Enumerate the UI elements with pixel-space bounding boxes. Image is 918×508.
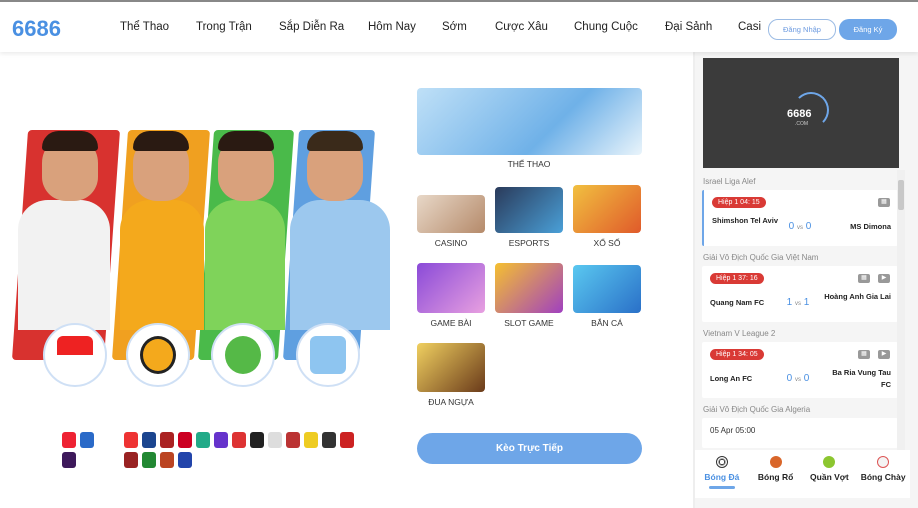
video-logo: 6686 — [787, 108, 812, 120]
active-tab-indicator — [708, 486, 735, 489]
nav-item[interactable]: Chung Cuộc — [574, 21, 638, 33]
league-name: Giải Vô Địch Quốc Gia Algeria — [703, 405, 811, 414]
tile-fishing[interactable] — [573, 265, 641, 313]
match-card[interactable]: Hiệp 1 04: 15 ▦ Shimshon Tel Aviv 0 vs 0… — [702, 190, 898, 246]
league-logo — [62, 452, 76, 468]
sport-tabs: Bóng Đá Bóng Rổ Quần Vợt Bóng Chày — [695, 450, 910, 498]
match-card[interactable]: Hiệp 1 37: 16 ▦ ▶ Quang Nam FC 1 vs 1 Ho… — [702, 266, 898, 322]
video-logo-sub: .COM — [795, 121, 809, 127]
tile-label: SLOT GAME — [504, 318, 554, 328]
tile-sports[interactable] — [417, 88, 642, 155]
tile-label: ESPORTS — [508, 238, 550, 248]
league-logo — [62, 432, 76, 448]
live-panel: 6686 .COM Israel Liga Alef Hiệp 1 04: 15… — [695, 52, 918, 508]
player-shirt — [290, 200, 390, 330]
match-card[interactable]: 05 Apr 05:00 — [702, 418, 898, 448]
header: 6686 Thể Thao Trong Trận Sắp Diễn Ra Hôm… — [0, 0, 918, 52]
tab-basketball[interactable]: Bóng Rổ — [749, 450, 803, 498]
club-badge-lazio — [296, 323, 360, 387]
away-team: Hoàng Anh Gia Lai — [824, 292, 891, 301]
live-odds-button[interactable]: Kèo Trực Tiếp — [417, 433, 642, 464]
match-status-badge: Hiệp 1 34: 05 — [710, 349, 764, 360]
main-nav: Thể Thao Trong Trận Sắp Diễn Ra Hôm Nay … — [0, 21, 768, 37]
tile-lottery[interactable] — [573, 185, 641, 233]
tab-tennis[interactable]: Quần Vợt — [803, 450, 857, 498]
nav-item[interactable]: Sớm — [442, 21, 467, 33]
login-button[interactable]: Đăng Nhập — [768, 19, 836, 40]
match-schedule: 05 Apr 05:00 — [710, 426, 756, 435]
home-team: Shimshon Tel Aviv — [712, 216, 778, 225]
baseball-icon — [877, 456, 890, 468]
basketball-icon — [769, 456, 782, 468]
score: 0 vs 0 — [788, 221, 812, 232]
soccer-ball-icon — [715, 456, 728, 468]
tile-label: XỔ SỐ — [593, 238, 621, 248]
player-shirt — [18, 200, 110, 330]
play-video-icon[interactable]: ▶ — [878, 350, 890, 359]
league-logos — [62, 432, 98, 468]
scrollbar[interactable] — [897, 170, 905, 450]
tile-horse-racing[interactable] — [417, 343, 485, 392]
nav-item[interactable]: Sắp Diễn Ra — [279, 21, 344, 33]
match-list: Israel Liga Alef Hiệp 1 04: 15 ▦ Shimsho… — [695, 170, 905, 452]
register-button[interactable]: Đăng Ký — [839, 19, 897, 40]
club-badge-monaco — [43, 323, 107, 387]
home-team: Quang Nam FC — [710, 298, 765, 307]
match-status-badge: Hiệp 1 04: 15 — [712, 197, 766, 208]
player-hair — [218, 131, 274, 151]
scoreboard-icon[interactable]: ▦ — [858, 274, 870, 283]
match-card[interactable]: Hiệp 1 34: 05 ▦ ▶ Long An FC 0 vs 0 Ba R… — [702, 342, 898, 398]
tile-label: GAME BÀI — [430, 318, 472, 328]
nav-item[interactable]: Thể Thao — [120, 21, 169, 33]
nav-item[interactable]: Casi — [738, 21, 761, 33]
player-shirt — [205, 200, 285, 330]
tile-esports[interactable] — [495, 187, 563, 233]
league-name: Vietnam V League 2 — [703, 329, 776, 338]
score: 1 vs 1 — [786, 297, 810, 308]
player-shirt — [120, 200, 204, 330]
video-player[interactable]: 6686 .COM — [703, 58, 899, 168]
league-name: Israel Liga Alef — [703, 177, 756, 186]
home-team: Long An FC — [710, 374, 753, 383]
tab-football[interactable]: Bóng Đá — [695, 450, 749, 498]
scrollbar-thumb[interactable] — [898, 180, 904, 210]
tile-card-games[interactable] — [417, 263, 485, 313]
nav-item[interactable]: Hôm Nay — [368, 21, 416, 33]
tile-label: BẮN CÁ — [591, 318, 623, 328]
play-video-icon[interactable]: ▶ — [878, 274, 890, 283]
scoreboard-icon[interactable]: ▦ — [878, 198, 890, 207]
club-badge-wolves — [126, 323, 190, 387]
score: 0 vs 0 — [786, 373, 810, 384]
scoreboard-icon[interactable]: ▦ — [858, 350, 870, 359]
player-hair — [307, 131, 363, 151]
tab-baseball[interactable]: Bóng Chày — [856, 450, 910, 498]
nav-item[interactable]: Cược Xâu — [495, 21, 548, 33]
player-hair — [42, 131, 98, 151]
tile-label: THỂ THAO — [507, 159, 551, 169]
tile-label: ĐUA NGỰA — [428, 397, 474, 407]
player-hair — [133, 131, 189, 151]
tile-casino[interactable] — [417, 195, 485, 233]
tennis-ball-icon — [823, 456, 836, 468]
tile-slot-game[interactable] — [495, 263, 563, 313]
away-team: MS Dimona — [850, 222, 891, 231]
league-logo — [80, 432, 94, 448]
match-status-badge: Hiệp 1 37: 16 — [710, 273, 764, 284]
league-name: Giải Vô Địch Quốc Gia Việt Nam — [703, 253, 819, 262]
nav-item[interactable]: Trong Trận — [196, 21, 252, 33]
away-team: Ba Ria Vung Tau FC — [832, 368, 891, 389]
nav-item[interactable]: Đại Sảnh — [665, 21, 712, 33]
club-badge-wolfsburg — [211, 323, 275, 387]
tile-label: CASINO — [434, 238, 468, 248]
club-logos — [124, 432, 354, 468]
